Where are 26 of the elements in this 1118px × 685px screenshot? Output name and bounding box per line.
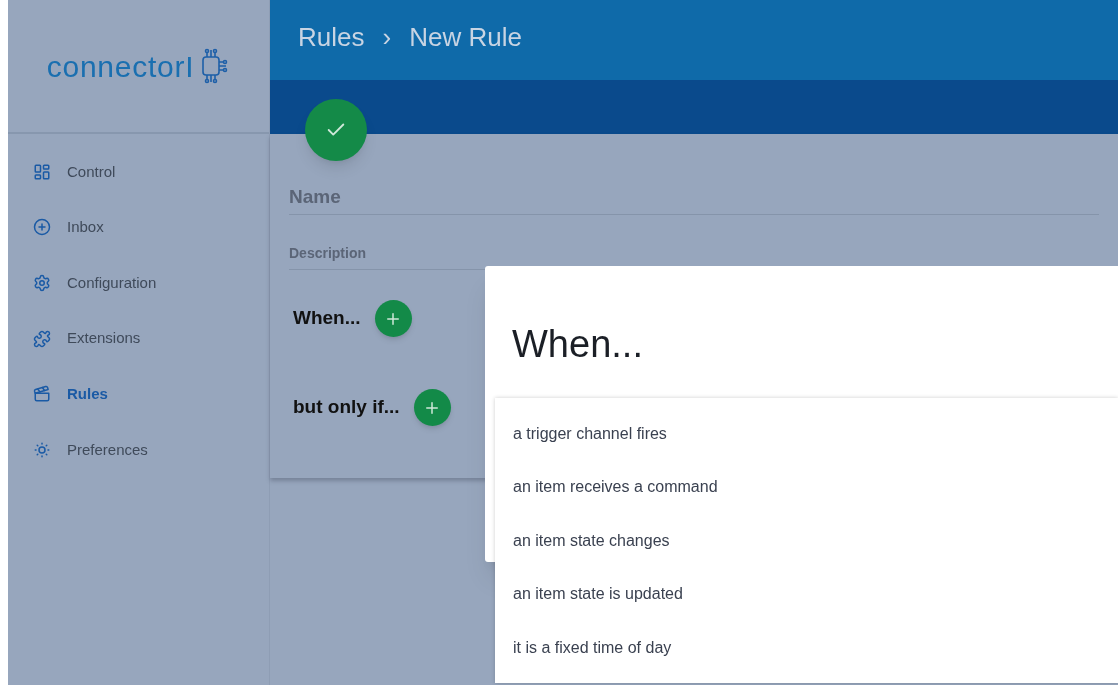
nav-item[interactable]: Extensions <box>8 310 269 367</box>
menu-option[interactable]: it is a fixed time of day <box>495 621 1118 675</box>
section-label: but only if... <box>293 395 400 420</box>
name-field[interactable]: Name <box>289 179 1099 215</box>
nav-item[interactable]: Rules <box>8 366 269 422</box>
clapperboard-icon <box>33 385 51 404</box>
nav-item[interactable]: Inbox <box>8 199 269 256</box>
menu-option[interactable]: a trigger channel fires <box>495 407 1118 461</box>
page-title: New Rule <box>409 21 522 54</box>
breadcrumb-separator: › <box>382 21 392 54</box>
settings-icon <box>33 274 51 292</box>
breadcrumb-link[interactable]: Rules <box>298 18 365 57</box>
logo-text: connectorI <box>46 48 195 85</box>
nav-item[interactable]: Preferences <box>8 421 269 478</box>
puzzle-icon <box>33 329 51 348</box>
menu-option[interactable]: an item receives a command <box>495 460 1118 514</box>
add-button[interactable] <box>374 300 412 337</box>
nav-item[interactable]: Control <box>8 144 269 200</box>
add-button[interactable] <box>413 389 451 426</box>
menu-option[interactable]: an item state changes <box>495 514 1118 568</box>
plus-circle-icon <box>33 218 51 237</box>
nav-item[interactable]: Configuration <box>8 255 269 311</box>
menu-option[interactable]: an item state is updated <box>495 567 1118 621</box>
dashboard-icon <box>33 162 51 181</box>
dialog-title: When... <box>512 322 643 367</box>
section-label: When... <box>293 306 361 331</box>
